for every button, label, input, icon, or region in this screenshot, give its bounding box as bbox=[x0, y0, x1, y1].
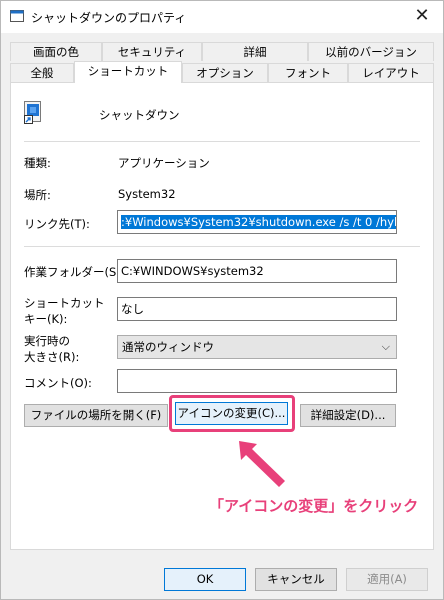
tab-font[interactable]: フォント bbox=[268, 63, 348, 82]
tab-layout[interactable]: レイアウト bbox=[348, 63, 434, 82]
run-size-value: 通常のウィンドウ bbox=[122, 340, 214, 354]
tab-screen-colors[interactable]: 画面の色 bbox=[10, 42, 102, 61]
divider-1 bbox=[24, 141, 420, 142]
shortcut-app-icon bbox=[24, 101, 46, 125]
tab-security[interactable]: セキュリティ bbox=[102, 42, 202, 61]
shortcut-name: シャットダウン bbox=[99, 108, 180, 122]
tab-shortcut[interactable]: ショートカット bbox=[74, 61, 182, 83]
comment-label: コメント(O): bbox=[24, 376, 92, 390]
chevron-down-icon: ⌵ bbox=[381, 340, 390, 353]
startin-label: 作業フォルダー(S): bbox=[24, 265, 125, 279]
tab-details[interactable]: 詳細 bbox=[202, 42, 308, 61]
change-icon-button[interactable]: アイコンの変更(C)... bbox=[175, 402, 288, 425]
type-value: アプリケーション bbox=[118, 156, 210, 170]
annotation-callout: 「アイコンの変更」をクリック bbox=[209, 497, 419, 515]
ok-button[interactable]: OK bbox=[164, 568, 246, 591]
shortcutkey-label-line1: ショートカット bbox=[24, 296, 105, 310]
startin-field[interactable]: C:¥WINDOWS¥system32 bbox=[117, 259, 397, 283]
run-label-line1: 実行時の bbox=[24, 334, 70, 348]
location-value: System32 bbox=[118, 187, 176, 201]
run-label-line2: 大きさ(R): bbox=[24, 350, 80, 364]
tab-previous-versions[interactable]: 以前のバージョン bbox=[308, 42, 434, 61]
target-label: リンク先(T): bbox=[24, 217, 90, 231]
properties-window: シャットダウンのプロパティ ✕ 画面の色 セキュリティ 詳細 以前のバージョン … bbox=[0, 0, 444, 600]
open-file-location-button[interactable]: ファイルの場所を開く(F) bbox=[24, 404, 168, 427]
shortcutkey-field[interactable]: なし bbox=[117, 297, 397, 321]
tab-general[interactable]: 全般 bbox=[10, 63, 74, 82]
window-title: シャットダウンのプロパティ bbox=[31, 11, 187, 25]
tab-row-1: 画面の色 セキュリティ 詳細 以前のバージョン bbox=[10, 42, 434, 62]
comment-field[interactable] bbox=[117, 369, 397, 393]
shortcut-panel: シャットダウン 種類: アプリケーション 場所: System32 リンク先(T… bbox=[10, 82, 434, 550]
bottom-button-bar: OK キャンセル 適用(A) bbox=[1, 561, 443, 599]
cancel-button[interactable]: キャンセル bbox=[255, 568, 337, 591]
arrow-icon bbox=[233, 437, 293, 489]
close-button[interactable]: ✕ bbox=[401, 1, 443, 31]
advanced-button[interactable]: 詳細設定(D)... bbox=[300, 404, 396, 427]
tab-row-2: 全般 ショートカット オプション フォント レイアウト bbox=[10, 61, 434, 83]
window-icon bbox=[10, 10, 24, 22]
shortcutkey-label-line2: キー(K): bbox=[24, 312, 68, 326]
type-label: 種類: bbox=[24, 156, 51, 170]
title-bar: シャットダウンのプロパティ ✕ bbox=[1, 1, 443, 33]
tab-options[interactable]: オプション bbox=[182, 63, 268, 82]
location-label: 場所: bbox=[24, 188, 51, 202]
target-field-text: :¥Windows¥System32¥shutdown.exe /s /t 0 … bbox=[121, 215, 396, 229]
target-field[interactable]: :¥Windows¥System32¥shutdown.exe /s /t 0 … bbox=[117, 210, 397, 234]
divider-2 bbox=[24, 246, 420, 247]
run-size-select[interactable]: 通常のウィンドウ ⌵ bbox=[117, 335, 397, 359]
apply-button[interactable]: 適用(A) bbox=[346, 568, 428, 591]
